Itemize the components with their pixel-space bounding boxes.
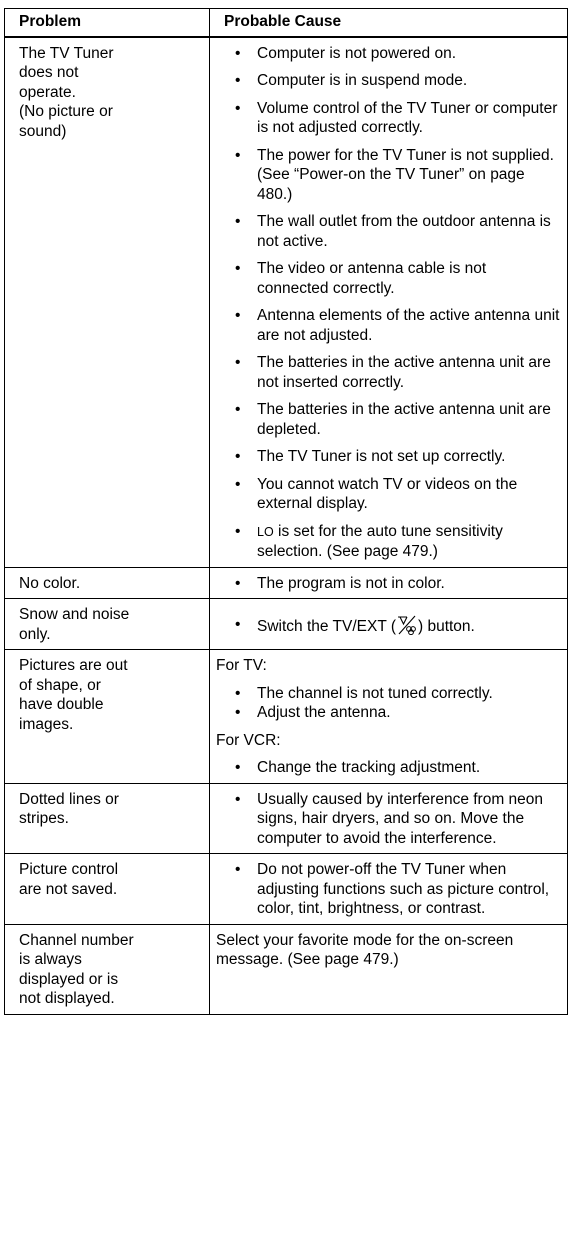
header-row: Problem Probable Cause [4,8,568,38]
cause-item: Change the tracking adjustment. [224,758,561,778]
problem-column-header: Problem [4,8,210,38]
table-row: Dotted lines or stripes. Usually caused … [4,782,568,854]
cause-item-text: Switch the TV/EXT ( [257,618,396,635]
lo-setting-keyword: LO [257,524,274,539]
problem-line: have double [19,696,104,713]
cause-item: The power for the TV Tuner is not suppli… [224,146,561,205]
cause-item-text: ) button. [417,618,475,635]
cause-item: The channel is not tuned correctly. [224,684,561,704]
problem-line: Picture control [19,861,119,878]
cause-item: Usually caused by interference from neon… [224,790,561,849]
table-row: Picture control are not saved. Do not po… [4,853,568,925]
problem-line: not displayed. [19,990,115,1007]
cause-cell: The program is not in color. [209,566,568,599]
table-row: No color. The program is not in color. [4,566,568,599]
cause-item-text: is set for the auto tune sensitivity sel… [257,522,503,561]
table-row: The TV Tuner does not operate. (No pictu… [4,36,568,568]
problem-cell: Pictures are out of shape, or have doubl… [4,649,210,784]
cause-item: Switch the TV/EXT ( ) button. [224,615,561,637]
cause-column-header: Probable Cause [209,8,568,38]
problem-cell: Picture control are not saved. [4,853,210,925]
table-row: Pictures are out of shape, or have doubl… [4,649,568,784]
table-row: Channel number is always displayed or is… [4,923,568,1015]
problem-line: operate. [19,83,76,101]
problem-cell: The TV Tuner does not operate. (No pictu… [4,36,210,568]
cause-cell: Usually caused by interference from neon… [209,782,568,854]
cause-list: Computer is not powered on. Computer is … [224,44,561,562]
problem-line: sound) [19,122,67,140]
cause-item: Volume control of the TV Tuner or comput… [224,99,561,138]
cause-cell: For TV: The channel is not tuned correct… [209,649,568,784]
group-label-vcr: For VCR: [216,731,281,749]
problem-cell: Dotted lines or stripes. [4,782,210,854]
cause-item: You cannot watch TV or videos on the ext… [224,475,561,514]
problem-line: No color. [19,574,81,592]
cause-cell: Do not power-off the TV Tuner when adjus… [209,853,568,925]
problem-cell: Channel number is always displayed or is… [4,923,210,1015]
cause-item: The video or antenna cable is not connec… [224,259,561,298]
problem-line: Dotted lines or [19,790,119,808]
table-row: Snow and noise only. Switch the TV/EXT (… [4,598,568,650]
troubleshooting-table: Problem Probable Cause The TV Tuner does… [4,8,568,1015]
group-label-tv: For TV: [216,657,267,674]
problem-line: only. [19,625,51,643]
cause-list: Change the tracking adjustment. [224,758,561,778]
cause-item: LO is set for the auto tune sensitivity … [224,522,561,562]
cause-paragraph: Select your favorite mode for the on-scr… [216,931,514,969]
problem-cell: Snow and noise only. [4,598,210,650]
problem-line: is always [19,951,82,968]
cause-list: Usually caused by interference from neon… [224,790,561,849]
problem-line: Channel number [19,931,134,949]
cause-list: Switch the TV/EXT ( ) button. [224,615,561,637]
cause-list: The program is not in color. [224,574,561,594]
cause-cell: Computer is not powered on. Computer is … [209,36,568,568]
cause-item: The TV Tuner is not set up correctly. [224,447,561,467]
problem-line: displayed or is [19,970,119,988]
problem-line: The TV Tuner [19,44,114,62]
cause-item: The batteries in the active antenna unit… [224,400,561,439]
cause-item: The wall outlet from the outdoor antenna… [224,212,561,251]
cause-item: Antenna elements of the active antenna u… [224,306,561,345]
cause-item: Adjust the antenna. [224,703,561,723]
cause-item: Computer is in suspend mode. [224,71,561,91]
cause-item: Computer is not powered on. [224,44,561,64]
problem-cell: No color. [4,566,210,599]
cause-item: Do not power-off the TV Tuner when adjus… [224,860,561,919]
cause-list: Do not power-off the TV Tuner when adjus… [224,860,561,919]
problem-line: Pictures are out [19,657,128,674]
cause-item: The batteries in the active antenna unit… [224,353,561,392]
cause-item: The program is not in color. [224,574,561,594]
cause-cell: Select your favorite mode for the on-scr… [209,923,568,1015]
tv-ext-icon [397,615,417,635]
problem-line: are not saved. [19,880,118,898]
problem-line: of shape, or [19,676,101,694]
cause-list: The channel is not tuned correctly. Adju… [224,684,561,723]
problem-line: images. [19,715,74,733]
problem-line: Snow and noise [19,606,130,623]
problem-line: does not [19,64,79,81]
problem-line: (No picture or [19,103,113,120]
problem-line: stripes. [19,810,69,827]
cause-cell: Switch the TV/EXT ( ) button. [209,598,568,650]
